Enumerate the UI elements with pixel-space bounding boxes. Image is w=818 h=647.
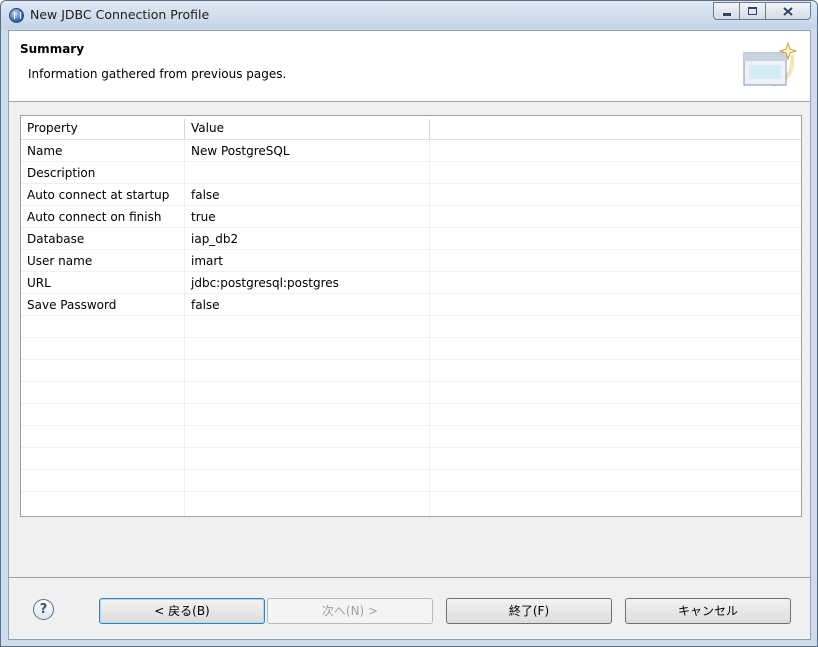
wizard-header: Summary Information gathered from previo… <box>9 31 810 102</box>
help-button[interactable]: ? <box>33 599 54 620</box>
next-button[interactable]: 次へ(N) > <box>267 598 433 624</box>
value-cell: true <box>191 210 216 224</box>
empty-row <box>21 470 801 492</box>
column-header-value[interactable]: Value <box>185 116 429 140</box>
dialog-body: Summary Information gathered from previo… <box>8 30 811 640</box>
empty-row <box>21 360 801 382</box>
footer-separator <box>9 577 810 578</box>
table-row[interactable]: Save Password false <box>21 294 801 316</box>
empty-row <box>21 382 801 404</box>
table-row[interactable]: Auto connect on finish true <box>21 206 801 228</box>
column-header-filler <box>430 116 801 140</box>
property-cell: Auto connect on finish <box>27 210 162 224</box>
property-cell: Save Password <box>27 298 117 312</box>
page-title: Summary <box>20 42 85 56</box>
table-row[interactable]: Database iap_db2 <box>21 228 801 250</box>
finish-button[interactable]: 終了(F) <box>446 598 612 624</box>
minimize-button[interactable] <box>713 2 740 20</box>
table-row[interactable]: Description <box>21 162 801 184</box>
minimize-icon <box>722 12 731 16</box>
table-header: Property Value <box>21 116 801 140</box>
value-cell <box>185 162 430 184</box>
cancel-button[interactable]: キャンセル <box>625 598 791 624</box>
property-cell: Name <box>27 144 63 158</box>
table-row[interactable]: Name New PostgreSQL <box>21 140 801 162</box>
property-cell: User name <box>27 254 93 268</box>
table-row[interactable]: User name imart <box>21 250 801 272</box>
close-button[interactable] <box>766 2 811 20</box>
maximize-button[interactable] <box>740 2 766 20</box>
wizard-banner-icon <box>743 41 798 87</box>
summary-table[interactable]: Property Value Name New PostgreSQL Descr… <box>20 115 802 517</box>
back-button[interactable]: < 戻る(B) <box>99 598 265 624</box>
title-bar[interactable]: New JDBC Connection Profile <box>1 1 817 29</box>
close-icon <box>783 6 793 16</box>
value-cell: false <box>191 298 220 312</box>
value-cell: false <box>191 188 220 202</box>
column-header-property[interactable]: Property <box>21 116 184 140</box>
empty-row <box>21 448 801 470</box>
value-cell: jdbc:postgresql:postgres <box>191 276 339 290</box>
eclipse-icon <box>9 8 24 23</box>
empty-row <box>21 316 801 338</box>
maximize-icon <box>748 7 757 15</box>
property-cell: Description <box>27 166 96 180</box>
window-title: New JDBC Connection Profile <box>30 7 210 22</box>
table-row[interactable]: Auto connect at startup false <box>21 184 801 206</box>
dialog-window: New JDBC Connection Profile Summary Info… <box>0 0 818 647</box>
value-cell: New PostgreSQL <box>191 144 290 158</box>
table-row[interactable]: URL jdbc:postgresql:postgres <box>21 272 801 294</box>
page-description: Information gathered from previous pages… <box>28 67 287 81</box>
empty-row <box>21 426 801 448</box>
value-cell: imart <box>191 254 224 268</box>
property-cell: URL <box>27 276 51 290</box>
empty-row <box>21 404 801 426</box>
property-cell: Auto connect at startup <box>27 188 170 202</box>
window-controls <box>713 2 811 21</box>
empty-row <box>21 338 801 360</box>
value-cell: iap_db2 <box>191 232 239 246</box>
property-cell: Database <box>27 232 85 246</box>
